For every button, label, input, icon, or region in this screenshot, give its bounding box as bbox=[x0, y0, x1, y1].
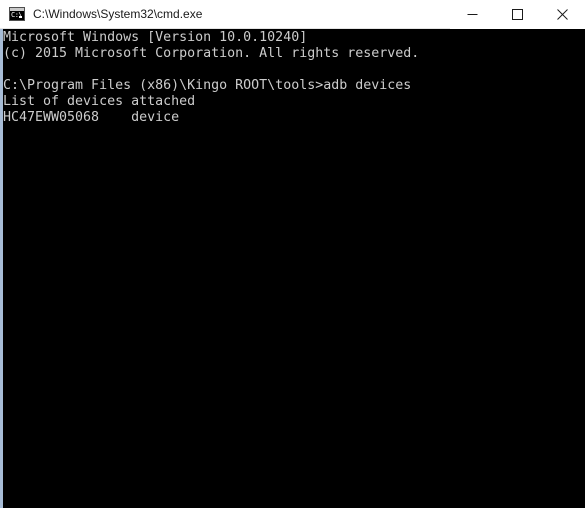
console-output-area[interactable]: Microsoft Windows [Version 10.0.10240] (… bbox=[3, 29, 585, 508]
maximize-button[interactable] bbox=[495, 0, 540, 29]
window-title: C:\Windows\System32\cmd.exe bbox=[33, 7, 203, 21]
cmd-icon-cursor bbox=[19, 16, 22, 18]
minimize-icon bbox=[467, 13, 478, 15]
title-bar-left-group: C:\ C:\Windows\System32\cmd.exe bbox=[0, 7, 450, 21]
window-left-border bbox=[0, 0, 3, 508]
title-bar[interactable]: C:\ C:\Windows\System32\cmd.exe bbox=[0, 0, 585, 29]
close-button[interactable] bbox=[540, 0, 585, 29]
minimize-button[interactable] bbox=[450, 0, 495, 29]
cmd-window: C:\ C:\Windows\System32\cmd.exe Microsof… bbox=[0, 0, 585, 508]
cmd-console-icon: C:\ bbox=[9, 7, 25, 21]
maximize-icon bbox=[512, 8, 523, 20]
window-controls bbox=[450, 0, 585, 29]
close-icon bbox=[557, 8, 568, 20]
console-text: Microsoft Windows [Version 10.0.10240] (… bbox=[3, 30, 420, 125]
